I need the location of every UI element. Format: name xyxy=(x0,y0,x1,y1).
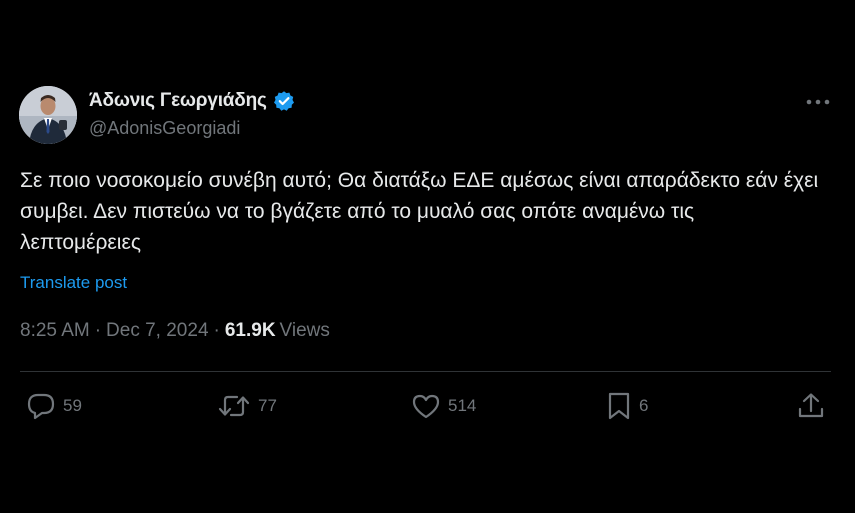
separator-dot: · xyxy=(213,320,220,341)
share-button[interactable] xyxy=(796,388,826,424)
bookmark-icon xyxy=(608,392,630,420)
like-count: 514 xyxy=(448,396,477,415)
author-handle[interactable]: @AdonisGeorgiadi xyxy=(89,118,240,139)
bookmark-button[interactable]: 6 xyxy=(606,388,648,424)
tweet-metadata: 8:25 AM · Dec 7, 2024 · 61.9K Views xyxy=(20,320,330,342)
views-label: Views xyxy=(279,320,330,341)
heart-icon xyxy=(412,394,440,419)
repost-count: 77 xyxy=(258,396,277,415)
reply-count: 59 xyxy=(63,396,82,415)
divider xyxy=(20,371,831,372)
profile-photo-icon xyxy=(19,86,77,144)
repost-icon xyxy=(218,395,250,417)
reply-icon xyxy=(27,393,55,420)
verified-badge-icon xyxy=(273,90,295,112)
tweet-time[interactable]: 8:25 AM xyxy=(20,320,90,342)
avatar[interactable] xyxy=(19,86,77,144)
more-options-icon[interactable] xyxy=(805,93,831,111)
like-button[interactable]: 514 xyxy=(411,388,476,424)
views-count: 61.9K xyxy=(224,320,276,341)
author-name-row: Άδωνις Γεωργιάδης xyxy=(89,89,295,113)
tweet-date[interactable]: Dec 7, 2024 xyxy=(106,320,208,342)
share-icon xyxy=(798,393,824,418)
repost-button[interactable]: 77 xyxy=(217,388,277,424)
action-bar: 59 77 514 6 xyxy=(0,388,855,424)
author-display-name[interactable]: Άδωνις Γεωργιάδης xyxy=(89,90,267,112)
bookmark-count: 6 xyxy=(639,396,649,415)
tweet-card: Άδωνις Γεωργιάδης @AdonisGeorgiadi Σε πο… xyxy=(0,0,855,513)
translate-post-link[interactable]: Translate post xyxy=(20,273,127,293)
separator-dot: · xyxy=(94,320,102,341)
reply-button[interactable]: 59 xyxy=(26,388,82,424)
tweet-text: Σε ποιο νοσοκομείο συνέβη αυτό; Θα διατά… xyxy=(20,169,819,254)
